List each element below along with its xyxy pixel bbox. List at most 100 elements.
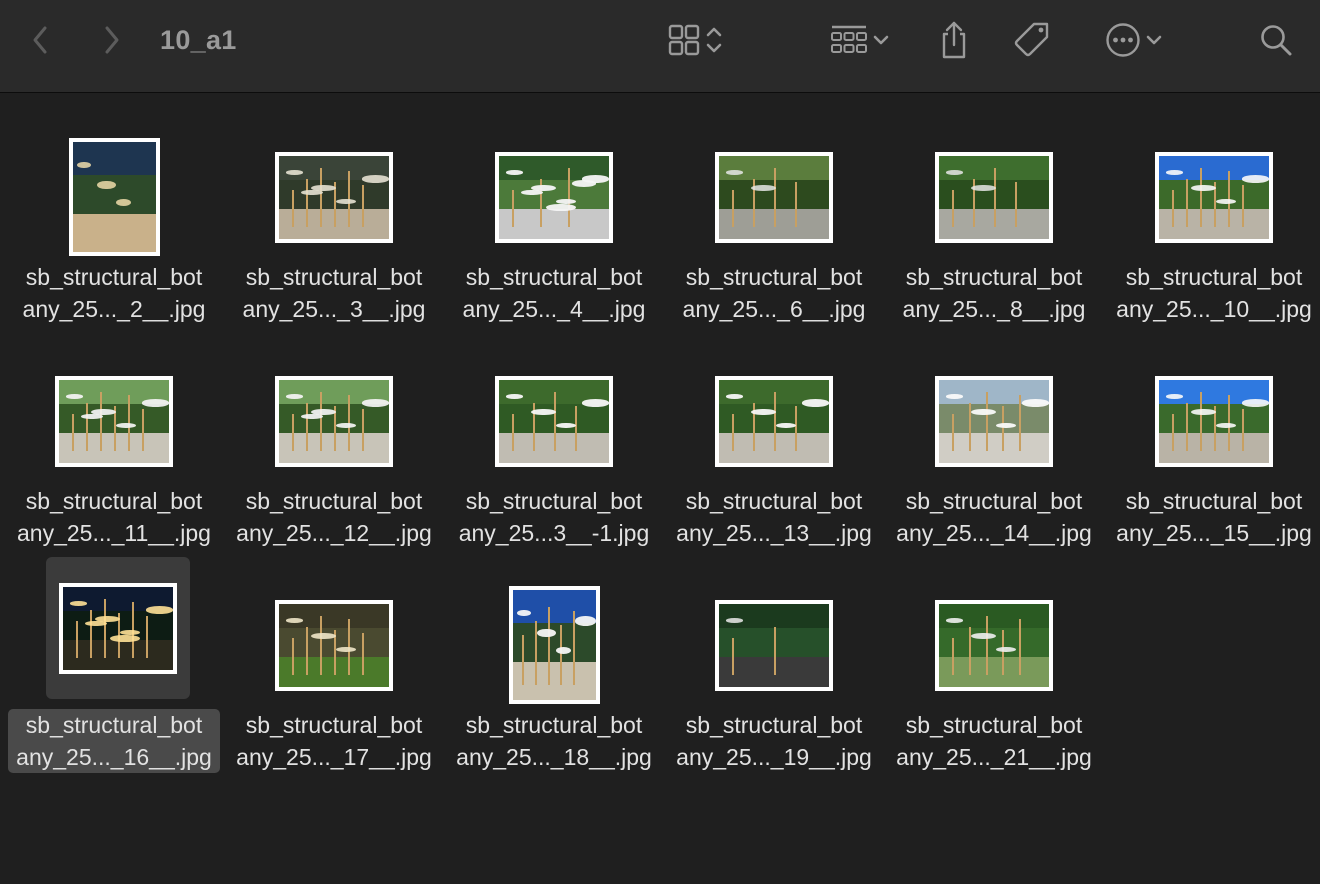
image-thumbnail[interactable]: [55, 375, 173, 467]
thumbnail-container[interactable]: [920, 347, 1068, 495]
image-thumbnail[interactable]: [68, 138, 160, 256]
file-name-line-1: sb_structural_bot: [905, 264, 1083, 290]
file-name[interactable]: sb_structural_bot any_25..._21__.jpg: [884, 709, 1104, 773]
forward-button[interactable]: [98, 22, 126, 58]
file-item[interactable]: sb_structural_bot any_25..._8__.jpg: [884, 93, 1104, 322]
file-item[interactable]: sb_structural_bot any_25..._3__.jpg: [224, 93, 444, 322]
thumbnail-disc: [77, 161, 91, 168]
image-thumbnail[interactable]: [59, 582, 177, 674]
file-name[interactable]: sb_structural_bot any_25..._14__.jpg: [884, 485, 1104, 549]
thumbnail-disc: [750, 408, 777, 416]
thumbnail-container[interactable]: [480, 571, 628, 719]
thumbnail-disc: [301, 413, 323, 420]
file-item[interactable]: sb_structural_bot any_25..._14__.jpg: [884, 317, 1104, 546]
image-thumbnail[interactable]: [275, 599, 393, 691]
image-thumbnail[interactable]: [935, 375, 1053, 467]
thumbnail-disc: [801, 399, 829, 407]
search-button[interactable]: [1256, 20, 1296, 60]
file-item[interactable]: sb_structural_bot any_25..._16__.jpg: [4, 541, 224, 773]
image-thumbnail[interactable]: [935, 151, 1053, 243]
file-name-line-1: sb_structural_bot: [685, 712, 863, 738]
file-item[interactable]: sb_structural_bot any_25..._15__.jpg: [1104, 317, 1320, 546]
tag-icon: [1014, 22, 1049, 57]
file-item[interactable]: sb_structural_bot any_25...3__-1.jpg: [444, 317, 664, 546]
file-name[interactable]: sb_structural_bot any_25..._11__.jpg: [4, 485, 224, 549]
thumbnail-disc: [970, 632, 997, 640]
thumbnail-container[interactable]: [40, 123, 188, 271]
file-name[interactable]: sb_structural_bot any_25..._15__.jpg: [1104, 485, 1320, 549]
thumbnail-container[interactable]: [46, 557, 190, 699]
back-button[interactable]: [26, 22, 54, 58]
thumbnail-container[interactable]: [920, 571, 1068, 719]
image-thumbnail[interactable]: [495, 151, 613, 243]
thumbnail-disc: [1190, 184, 1217, 192]
thumbnail-container[interactable]: [1140, 347, 1288, 495]
file-name[interactable]: sb_structural_bot any_25..._19__.jpg: [664, 709, 884, 773]
file-name[interactable]: sb_structural_bot any_25..._3__.jpg: [224, 261, 444, 325]
thumbnail-disc: [115, 199, 131, 207]
group-by-button[interactable]: [822, 20, 898, 60]
file-name[interactable]: sb_structural_bot any_25..._16__.jpg: [4, 709, 224, 773]
file-name[interactable]: sb_structural_bot any_25..._18__.jpg: [444, 709, 664, 773]
thumbnail-disc: [945, 170, 964, 176]
share-button[interactable]: [934, 18, 974, 62]
thumbnail-container[interactable]: [920, 123, 1068, 271]
window-title: 10_a1: [160, 25, 237, 55]
group-by-icon: [831, 25, 867, 53]
tag-button[interactable]: [1010, 20, 1054, 60]
file-name[interactable]: sb_structural_bot any_25..._2__.jpg: [4, 261, 224, 325]
file-name[interactable]: sb_structural_bot any_25..._17__.jpg: [224, 709, 444, 773]
thumbnail-container[interactable]: [480, 347, 628, 495]
image-thumbnail[interactable]: [715, 599, 833, 691]
file-item[interactable]: sb_structural_bot any_25..._19__.jpg: [664, 541, 884, 770]
file-item[interactable]: sb_structural_bot any_25..._17__.jpg: [224, 541, 444, 770]
thumbnail-disc: [945, 618, 964, 624]
image-thumbnail[interactable]: [1155, 375, 1273, 467]
file-item[interactable]: sb_structural_bot any_25..._10__.jpg: [1104, 93, 1320, 322]
thumbnail-container[interactable]: [1140, 123, 1288, 271]
file-item[interactable]: sb_structural_bot any_25..._13__.jpg: [664, 317, 884, 546]
file-item[interactable]: sb_structural_bot any_25..._21__.jpg: [884, 541, 1104, 770]
thumbnail-container[interactable]: [260, 347, 408, 495]
image-thumbnail[interactable]: [275, 375, 393, 467]
file-item[interactable]: sb_structural_bot any_25..._4__.jpg: [444, 93, 664, 322]
file-item[interactable]: sb_structural_bot any_25..._2__.jpg: [4, 93, 224, 322]
view-mode-button[interactable]: [658, 20, 734, 60]
thumbnail-container[interactable]: [700, 571, 848, 719]
image-thumbnail[interactable]: [935, 599, 1053, 691]
thumbnail-discs: [719, 380, 829, 463]
thumbnail-disc: [1165, 394, 1184, 400]
thumbnail-container[interactable]: [700, 347, 848, 495]
file-item[interactable]: sb_structural_bot any_25..._12__.jpg: [224, 317, 444, 546]
file-name[interactable]: sb_structural_bot any_25..._12__.jpg: [224, 485, 444, 549]
thumbnail-disc: [996, 646, 1016, 652]
file-name-line-1: sb_structural_bot: [465, 264, 643, 290]
thumbnail-container[interactable]: [40, 347, 188, 495]
image-thumbnail[interactable]: [715, 375, 833, 467]
file-name[interactable]: sb_structural_bot any_25..._13__.jpg: [664, 485, 884, 549]
thumbnail-discs: [719, 156, 829, 239]
file-name-line-1: sb_structural_bot: [8, 709, 220, 741]
thumbnail-container[interactable]: [260, 123, 408, 271]
thumbnail-container[interactable]: [700, 123, 848, 271]
image-thumbnail[interactable]: [275, 151, 393, 243]
thumbnail-container[interactable]: [480, 123, 628, 271]
thumbnail-disc: [336, 422, 356, 428]
file-item[interactable]: sb_structural_bot any_25..._18__.jpg: [444, 541, 664, 770]
thumbnail-container[interactable]: [260, 571, 408, 719]
file-name-line-1: sb_structural_bot: [465, 712, 643, 738]
file-name[interactable]: sb_structural_bot any_25..._6__.jpg: [664, 261, 884, 325]
file-name[interactable]: sb_structural_bot any_25..._8__.jpg: [884, 261, 1104, 325]
image-thumbnail[interactable]: [508, 586, 600, 704]
file-item[interactable]: sb_structural_bot any_25..._11__.jpg: [4, 317, 224, 546]
file-name[interactable]: sb_structural_bot any_25...3__-1.jpg: [444, 485, 664, 549]
image-thumbnail[interactable]: [715, 151, 833, 243]
file-name[interactable]: sb_structural_bot any_25..._4__.jpg: [444, 261, 664, 325]
image-thumbnail[interactable]: [495, 375, 613, 467]
thumbnail-disc: [285, 394, 304, 400]
file-item[interactable]: sb_structural_bot any_25..._6__.jpg: [664, 93, 884, 322]
thumbnail-discs: [1159, 156, 1269, 239]
image-thumbnail[interactable]: [1155, 151, 1273, 243]
file-name[interactable]: sb_structural_bot any_25..._10__.jpg: [1104, 261, 1320, 325]
more-actions-button[interactable]: [1096, 20, 1172, 60]
